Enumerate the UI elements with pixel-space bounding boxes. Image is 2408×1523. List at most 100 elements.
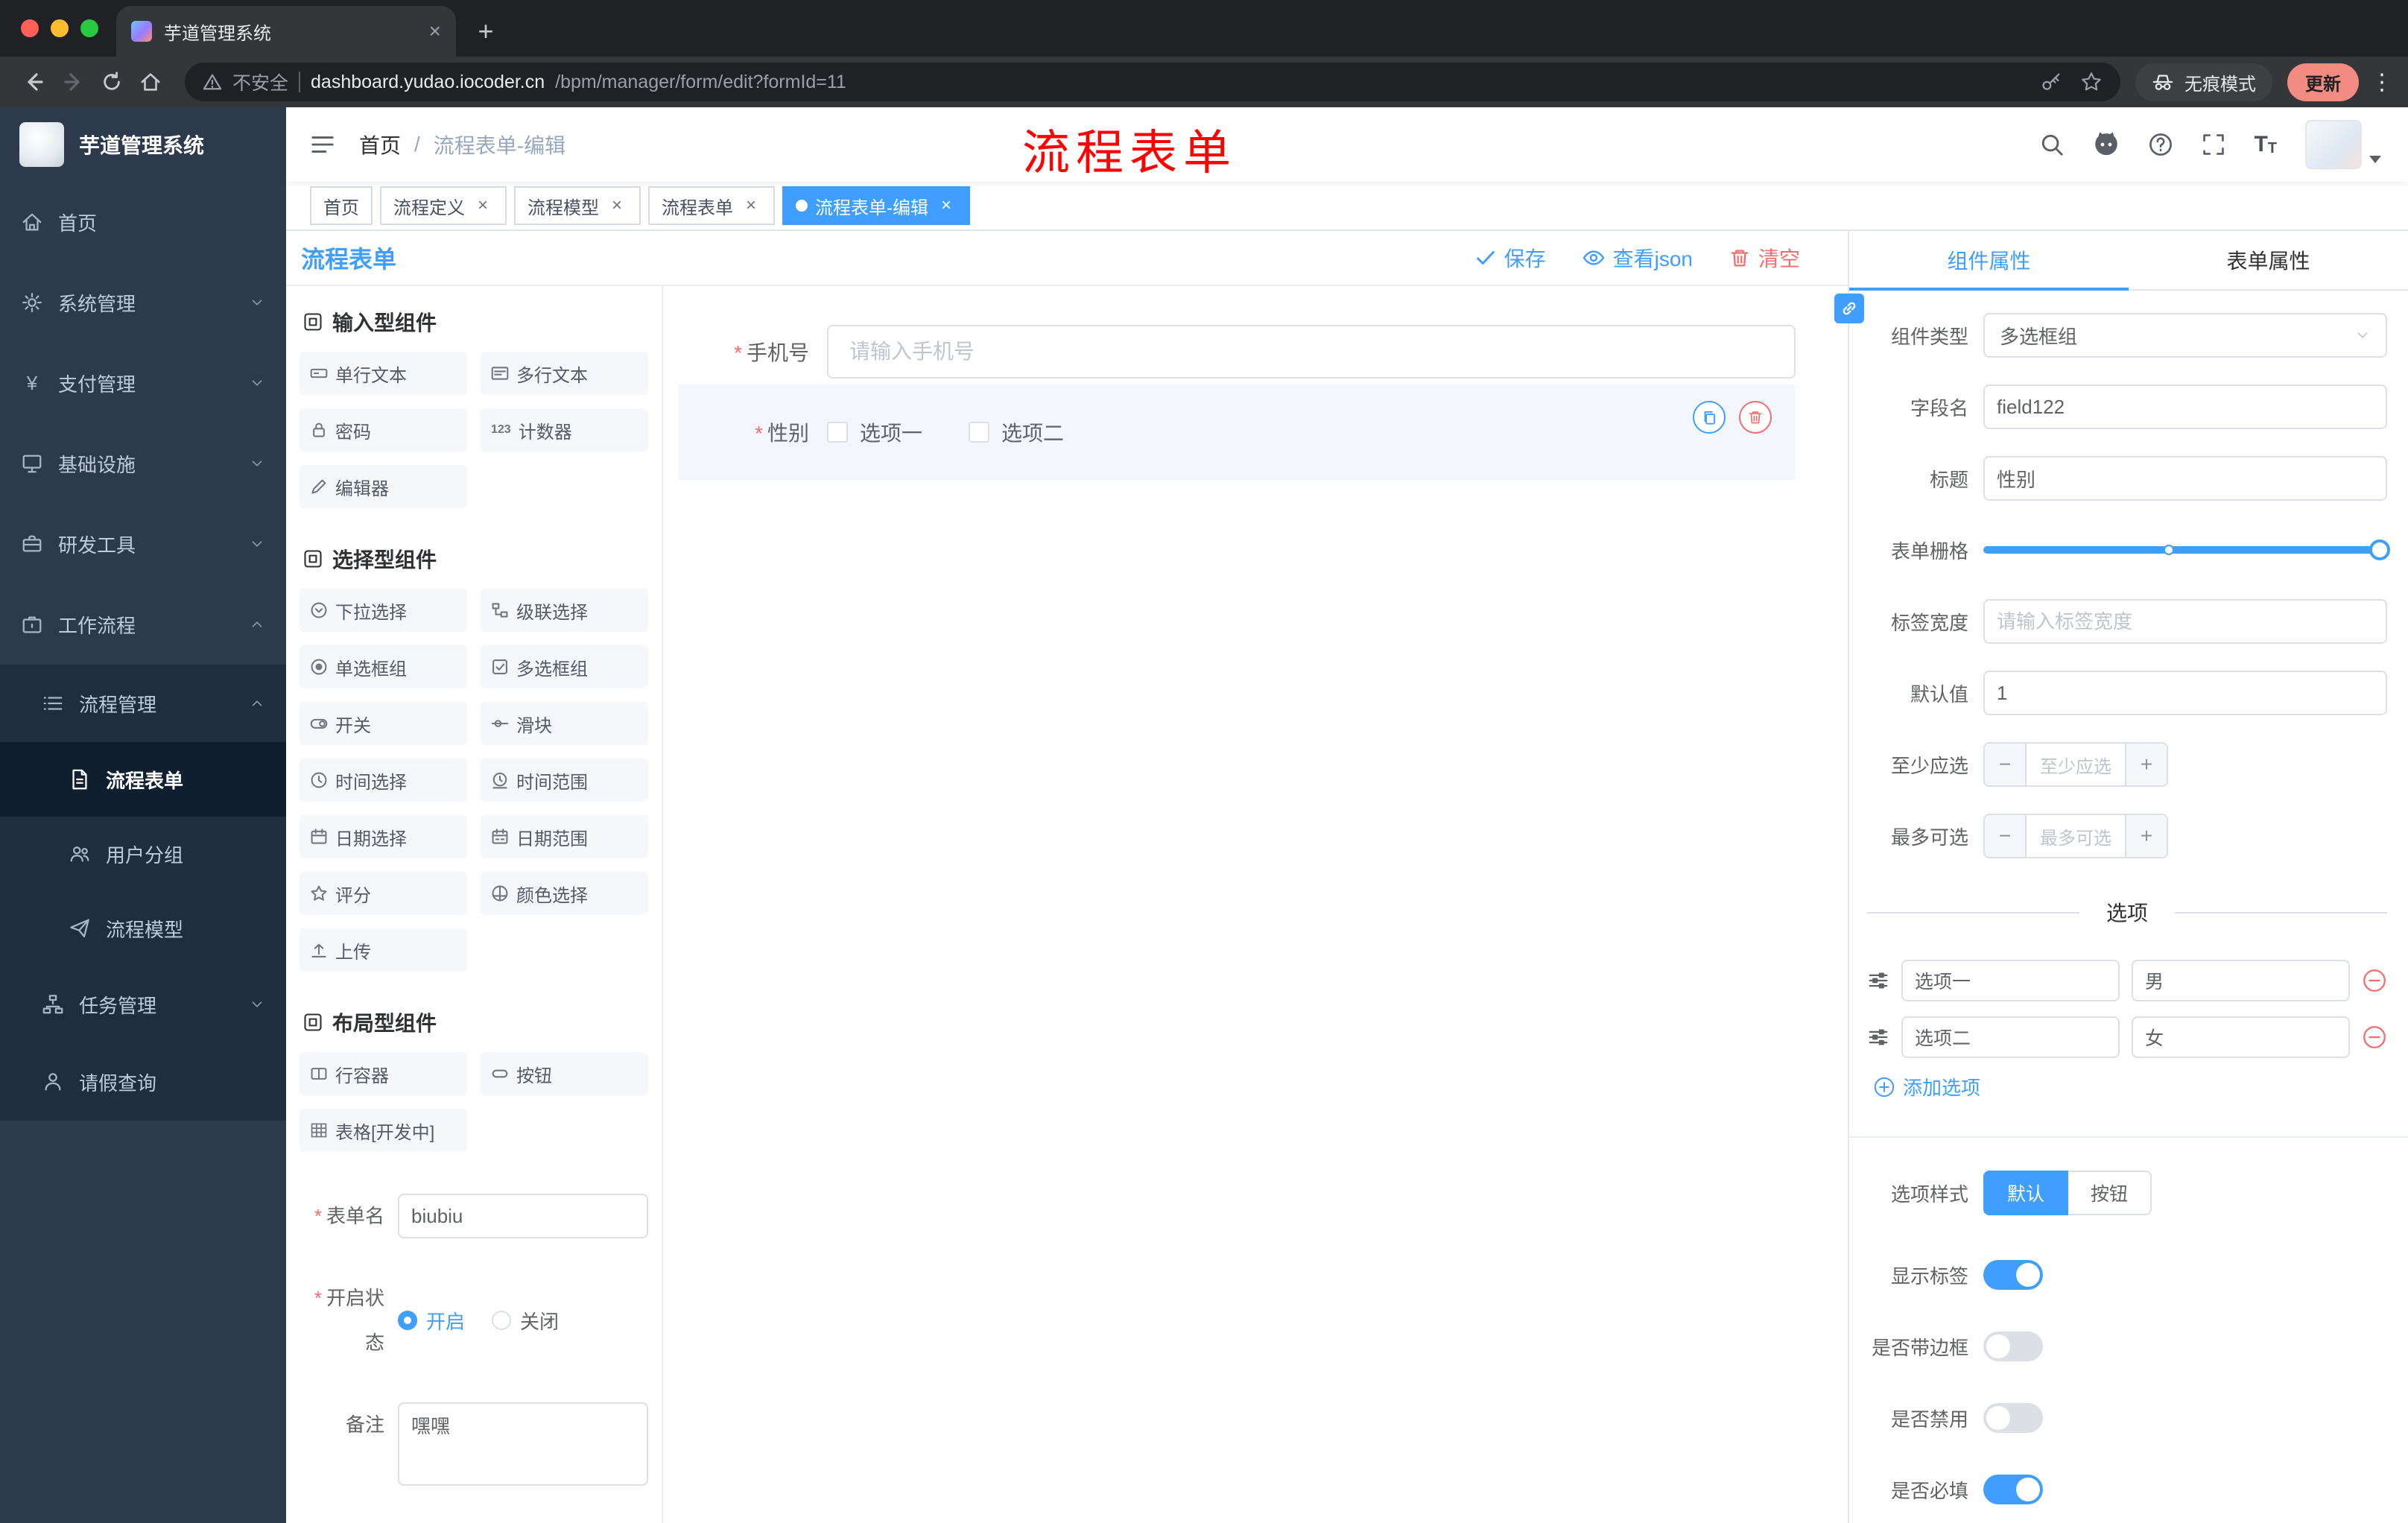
sidebar-item-task-management[interactable]: 任务管理 <box>0 966 286 1043</box>
required-toggle[interactable] <box>1983 1475 2043 1504</box>
label-width-input[interactable] <box>1983 599 2387 644</box>
sidebar-item-process-management[interactable]: 流程管理 <box>0 665 286 742</box>
drag-handle-icon[interactable] <box>1867 969 1889 992</box>
forward-button[interactable] <box>54 63 92 101</box>
status-off-radio[interactable]: 关闭 <box>492 1307 559 1334</box>
sidebar-logo[interactable]: 芋道管理系统 <box>0 107 286 182</box>
form-name-input[interactable] <box>398 1194 648 1238</box>
delete-component-button[interactable] <box>1739 401 1772 434</box>
slider-handle[interactable] <box>2369 539 2390 560</box>
sidebar-item-system[interactable]: 系统管理 <box>0 262 286 343</box>
palette-item-radio-group[interactable]: 单选框组 <box>300 645 467 688</box>
phone-field[interactable]: 手机号 <box>678 325 1796 379</box>
palette-item-table[interactable]: 表格[开发中] <box>300 1109 467 1152</box>
tab-close-icon[interactable]: × <box>429 21 441 42</box>
palette-item-time-range[interactable]: 时间范围 <box>481 759 648 802</box>
gender-option1-checkbox[interactable]: 选项一 <box>827 417 922 447</box>
title-input[interactable] <box>1983 456 2387 501</box>
style-button-button[interactable]: 按钮 <box>2068 1171 2152 1215</box>
view-json-button[interactable]: 查看json <box>1582 243 1693 273</box>
status-on-radio[interactable]: 开启 <box>398 1307 465 1334</box>
with-border-toggle[interactable] <box>1983 1332 2043 1361</box>
palette-item-rate[interactable]: 评分 <box>300 872 467 915</box>
palette-item-counter[interactable]: 123 计数器 <box>481 408 648 452</box>
palette-item-checkbox-group[interactable]: 多选框组 <box>481 645 648 688</box>
min-select-value[interactable]: 至少应选 <box>2027 744 2125 785</box>
font-size-icon[interactable]: TT <box>2254 133 2277 156</box>
sidebar-toggle-icon[interactable] <box>286 107 359 182</box>
style-default-button[interactable]: 默认 <box>1983 1171 2069 1215</box>
palette-item-password[interactable]: 密码 <box>300 408 467 452</box>
user-menu[interactable] <box>2305 120 2381 169</box>
gender-option2-checkbox[interactable]: 选项二 <box>969 417 1064 447</box>
bookmark-star-icon[interactable] <box>2080 71 2103 93</box>
palette-item-date-picker[interactable]: 日期选择 <box>300 815 467 858</box>
link-anchor-button[interactable] <box>1834 294 1864 323</box>
disabled-toggle[interactable] <box>1983 1403 2043 1433</box>
sidebar-item-devtools[interactable]: 研发工具 <box>0 504 286 584</box>
palette-item-dropdown[interactable]: 下拉选择 <box>300 589 467 632</box>
browser-tab[interactable]: 芋道管理系统 × <box>116 6 456 57</box>
add-option-button[interactable]: 添加选项 <box>1873 1073 2387 1101</box>
tab-form-props[interactable]: 表单属性 <box>2129 231 2408 289</box>
copy-component-button[interactable] <box>1693 401 1726 434</box>
tab-component-props[interactable]: 组件属性 <box>1849 231 2129 289</box>
option1-label-input[interactable] <box>1901 960 2120 1001</box>
remove-option-icon[interactable] <box>2362 1025 2387 1050</box>
help-icon[interactable] <box>2148 132 2173 157</box>
design-canvas[interactable]: 手机号 <box>663 286 1848 1523</box>
sidebar-item-process-model[interactable]: 流程模型 <box>0 891 286 966</box>
search-icon[interactable] <box>2039 132 2065 157</box>
decrement-button[interactable]: − <box>1985 744 2027 785</box>
sidebar-item-infrastructure[interactable]: 基础设施 <box>0 423 286 504</box>
save-button[interactable]: 保存 <box>1474 243 1546 273</box>
tag-process-form[interactable]: 流程表单 × <box>648 186 775 225</box>
palette-item-editor[interactable]: 编辑器 <box>300 465 467 508</box>
palette-item-time-picker[interactable]: 时间选择 <box>300 759 467 802</box>
default-value-input[interactable] <box>1983 671 2387 715</box>
option2-value-input[interactable] <box>2132 1016 2350 1058</box>
tag-process-definition[interactable]: 流程定义 × <box>380 186 507 225</box>
sidebar-item-payment[interactable]: ¥ 支付管理 <box>0 343 286 423</box>
increment-button[interactable]: + <box>2125 744 2167 785</box>
palette-item-multi-line-text[interactable]: 多行文本 <box>481 352 648 395</box>
back-button[interactable] <box>15 63 54 101</box>
option1-value-input[interactable] <box>2132 960 2350 1001</box>
max-select-value[interactable]: 最多可选 <box>2027 815 2125 857</box>
reload-button[interactable] <box>92 63 131 101</box>
sidebar-item-user-group[interactable]: 用户分组 <box>0 817 286 891</box>
sidebar-item-workflow[interactable]: 工作流程 <box>0 584 286 665</box>
drag-handle-icon[interactable] <box>1867 1026 1889 1048</box>
fullscreen-icon[interactable] <box>2202 133 2225 156</box>
tag-close-icon[interactable]: × <box>936 195 957 216</box>
palette-item-color-picker[interactable]: 颜色选择 <box>481 872 648 915</box>
tag-close-icon[interactable]: × <box>741 195 761 216</box>
password-key-icon[interactable] <box>2040 71 2062 93</box>
sidebar-item-dashboard[interactable]: 首页 <box>0 182 286 262</box>
palette-item-upload[interactable]: 上传 <box>300 928 467 972</box>
show-label-toggle[interactable] <box>1983 1260 2043 1290</box>
new-tab-button[interactable]: + <box>465 10 507 52</box>
tag-process-model[interactable]: 流程模型 × <box>514 186 641 225</box>
palette-item-cascader[interactable]: 级联选择 <box>481 589 648 632</box>
remove-option-icon[interactable] <box>2362 968 2387 993</box>
clear-button[interactable]: 清空 <box>1729 243 1800 273</box>
home-button[interactable] <box>131 63 170 101</box>
minimize-window-button[interactable] <box>51 19 69 37</box>
tag-close-icon[interactable]: × <box>472 195 493 216</box>
palette-item-button[interactable]: 按钮 <box>481 1052 648 1095</box>
palette-item-row-container[interactable]: 行容器 <box>300 1052 467 1095</box>
option2-label-input[interactable] <box>1901 1016 2120 1058</box>
breadcrumb-home[interactable]: 首页 <box>359 130 401 159</box>
palette-item-date-range[interactable]: 日期范围 <box>481 815 648 858</box>
decrement-button[interactable]: − <box>1985 815 2027 857</box>
browser-menu-icon[interactable]: ⋮ <box>2371 69 2393 95</box>
browser-update-button[interactable]: 更新 <box>2287 63 2359 101</box>
tag-process-form-edit[interactable]: 流程表单-编辑 × <box>782 186 970 225</box>
tag-close-icon[interactable]: × <box>606 195 627 216</box>
github-icon[interactable] <box>2093 131 2120 158</box>
maximize-window-button[interactable] <box>80 19 98 37</box>
tag-home[interactable]: 首页 <box>310 186 373 225</box>
address-bar[interactable]: 不安全 dashboard.yudao.iocoder.cn /bpm/mana… <box>185 63 2120 101</box>
grid-slider[interactable] <box>1983 528 2390 572</box>
